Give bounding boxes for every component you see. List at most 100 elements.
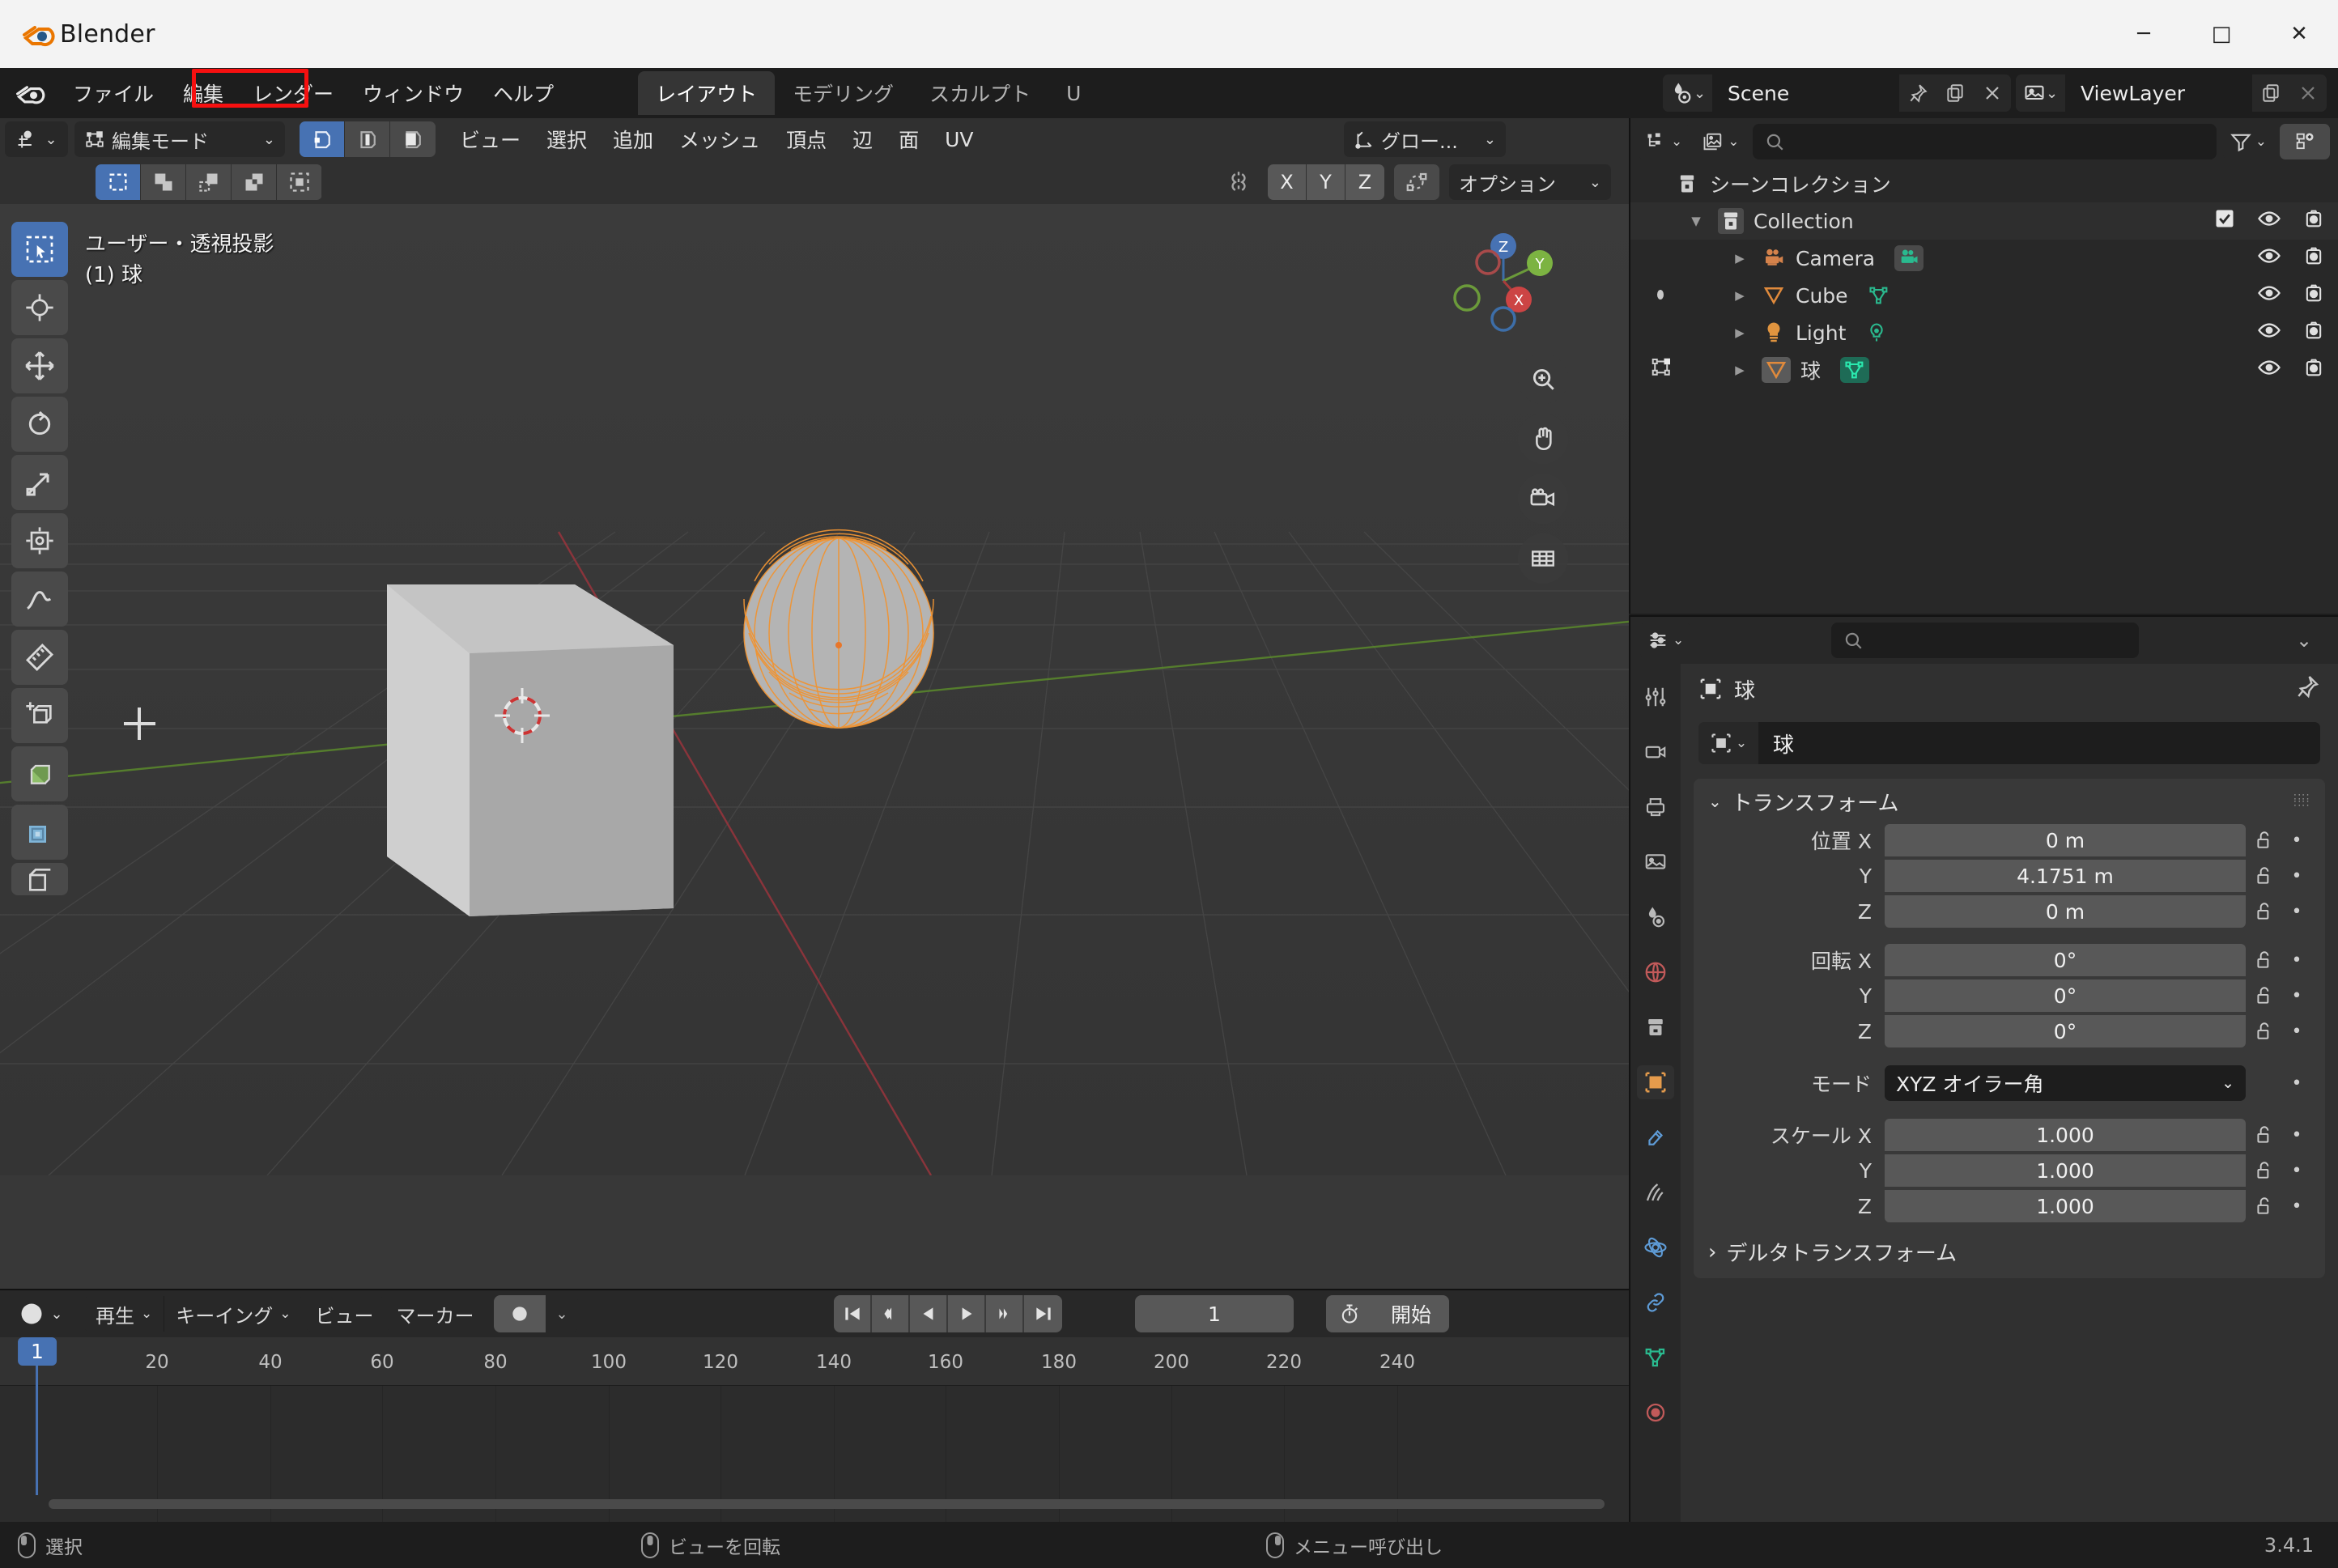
prev-keyframe-button[interactable]: [872, 1295, 910, 1332]
rotation-x-field[interactable]: 0°: [1885, 944, 2246, 976]
animate-dot-icon[interactable]: •: [2283, 831, 2310, 851]
timeline-menu-playback[interactable]: 再生 ⌄: [84, 1296, 165, 1332]
play-button[interactable]: [948, 1295, 986, 1332]
material-tab[interactable]: [1637, 1396, 1674, 1430]
viewport-menu-face[interactable]: 面: [886, 120, 932, 159]
extrude-tool[interactable]: [11, 746, 68, 801]
pan-icon[interactable]: [1518, 414, 1568, 464]
pin-icon[interactable]: [1899, 74, 1936, 112]
camera-render-icon[interactable]: [2302, 282, 2325, 309]
camera-render-icon[interactable]: [2302, 356, 2325, 384]
blend-file-icon[interactable]: ⌄: [1695, 124, 1746, 159]
mode-selector[interactable]: 編集モード ⌄: [74, 121, 285, 157]
checkbox-icon[interactable]: [2213, 207, 2236, 235]
minimize-button[interactable]: ─: [2105, 0, 2183, 68]
stopwatch-icon[interactable]: [1326, 1295, 1373, 1332]
expand-triangle-icon[interactable]: ▶: [1728, 363, 1752, 377]
tool-tab[interactable]: [1637, 680, 1674, 714]
transform-panel-header[interactable]: ⌄ トランスフォーム ∷∷ ∷∷: [1694, 779, 2325, 824]
new-collection-icon[interactable]: [2280, 124, 2330, 159]
animate-dot-icon[interactable]: •: [2283, 902, 2310, 922]
rotation-y-field[interactable]: 0°: [1885, 979, 2246, 1012]
editor-type-icon[interactable]: ⌄: [5, 121, 68, 157]
lock-icon[interactable]: [2246, 865, 2283, 886]
timeline-menu-marker[interactable]: マーカー: [386, 1296, 484, 1332]
viewport-menu-uv[interactable]: UV: [932, 123, 986, 156]
transform-orientation-selector[interactable]: グロー... ⌄: [1344, 121, 1506, 157]
location-z-field[interactable]: 0 m: [1885, 895, 2246, 928]
jump-to-end-button[interactable]: [1024, 1295, 1062, 1332]
viewport-canvas[interactable]: ユーザー・透視投影 (1) 球 Z Y X: [0, 204, 1629, 1289]
mesh-data-icon[interactable]: [1868, 284, 1890, 307]
light-data-icon[interactable]: [1865, 321, 1888, 344]
copy-icon[interactable]: [1936, 74, 1974, 112]
outliner-row-cube[interactable]: ▶ Cube: [1630, 277, 2338, 314]
outliner-display-icon[interactable]: ⌄: [1639, 124, 1690, 159]
scene-tab[interactable]: [1637, 900, 1674, 934]
properties-search-input[interactable]: [1831, 623, 2140, 658]
outliner-row-camera[interactable]: ▶ Camera: [1630, 240, 2338, 277]
modifier-tab[interactable]: [1637, 1120, 1674, 1154]
select-subtract[interactable]: [186, 164, 232, 200]
playhead[interactable]: 1: [18, 1337, 57, 1495]
eye-icon[interactable]: [2257, 206, 2281, 236]
select-invert[interactable]: [232, 164, 277, 200]
eye-icon[interactable]: [2257, 244, 2281, 273]
chevron-down-icon[interactable]: ⌄: [2280, 629, 2328, 652]
animate-dot-icon[interactable]: •: [2283, 950, 2310, 971]
select-intersect[interactable]: [277, 164, 322, 200]
outliner-row-light[interactable]: ▶ Light: [1630, 314, 2338, 351]
mirror-axis-z[interactable]: Z: [1345, 164, 1384, 200]
bevel-tool[interactable]: [11, 863, 68, 895]
lock-icon[interactable]: [2246, 830, 2283, 851]
render-tab[interactable]: [1637, 735, 1674, 769]
jump-to-start-button[interactable]: [834, 1295, 872, 1332]
viewport-menu-mesh[interactable]: メッシュ: [666, 120, 773, 159]
lock-icon[interactable]: [2246, 1196, 2283, 1217]
output-tab[interactable]: [1637, 790, 1674, 824]
camera-render-icon[interactable]: [2302, 244, 2325, 272]
outliner-row-sphere[interactable]: ▶ 球: [1630, 351, 2338, 389]
animate-dot-icon[interactable]: •: [2283, 1022, 2310, 1042]
animate-dot-icon[interactable]: •: [2283, 986, 2310, 1006]
blender-menu-icon[interactable]: [15, 78, 45, 108]
delta-transform-panel-header[interactable]: › デルタトランスフォーム: [1694, 1226, 2325, 1267]
play-reverse-button[interactable]: [910, 1295, 948, 1332]
scene-icon[interactable]: ⌄: [1663, 74, 1713, 112]
outliner-search-input[interactable]: [1752, 124, 2217, 159]
edge-select-mode[interactable]: [345, 121, 390, 157]
expand-triangle-icon[interactable]: ▶: [1728, 288, 1752, 303]
view-axis-gizmo[interactable]: Z Y X: [1451, 228, 1556, 334]
eye-icon[interactable]: [2257, 355, 2281, 385]
ortho-persp-icon[interactable]: [1518, 533, 1568, 584]
tab-sculpting[interactable]: スカルプト: [912, 71, 1048, 115]
timeline-ruler[interactable]: 20 40 60 80 100 120 140 160 180 200 220 …: [0, 1337, 1629, 1386]
collection-tab[interactable]: [1637, 1010, 1674, 1044]
viewlayer-name[interactable]: ViewLayer: [2066, 74, 2252, 112]
start-frame-label[interactable]: 開始: [1373, 1295, 1450, 1332]
timeline-body[interactable]: [0, 1386, 1629, 1522]
lock-icon[interactable]: [2246, 901, 2283, 922]
viewport-menu-view[interactable]: ビュー: [447, 120, 533, 159]
copy-icon[interactable]: [2252, 74, 2289, 112]
particles-tab[interactable]: [1637, 1175, 1674, 1209]
eye-icon[interactable]: [2257, 281, 2281, 310]
timeline-editor-icon[interactable]: ⌄: [8, 1296, 74, 1332]
animate-dot-icon[interactable]: •: [2283, 1125, 2310, 1145]
maximize-button[interactable]: □: [2183, 0, 2260, 68]
timeline-menu-keying[interactable]: キーイング ⌄: [164, 1296, 302, 1332]
menu-window[interactable]: ウィンドウ: [348, 74, 478, 113]
select-new[interactable]: [96, 164, 141, 200]
scale-y-field[interactable]: 1.000: [1885, 1154, 2246, 1187]
next-keyframe-button[interactable]: [986, 1295, 1024, 1332]
viewlayer-icon[interactable]: ⌄: [2016, 74, 2066, 112]
scale-x-field[interactable]: 1.000: [1885, 1119, 2246, 1151]
transform-tool[interactable]: [11, 513, 68, 568]
measure-tool[interactable]: [11, 630, 68, 685]
x-icon[interactable]: [2289, 74, 2327, 112]
mesh-data-icon[interactable]: [1840, 357, 1870, 383]
properties-editor-icon[interactable]: ⌄: [1640, 623, 1691, 658]
close-button[interactable]: ✕: [2260, 0, 2338, 68]
animate-dot-icon[interactable]: •: [2283, 1073, 2310, 1094]
viewport-menu-vertex[interactable]: 頂点: [773, 120, 840, 159]
